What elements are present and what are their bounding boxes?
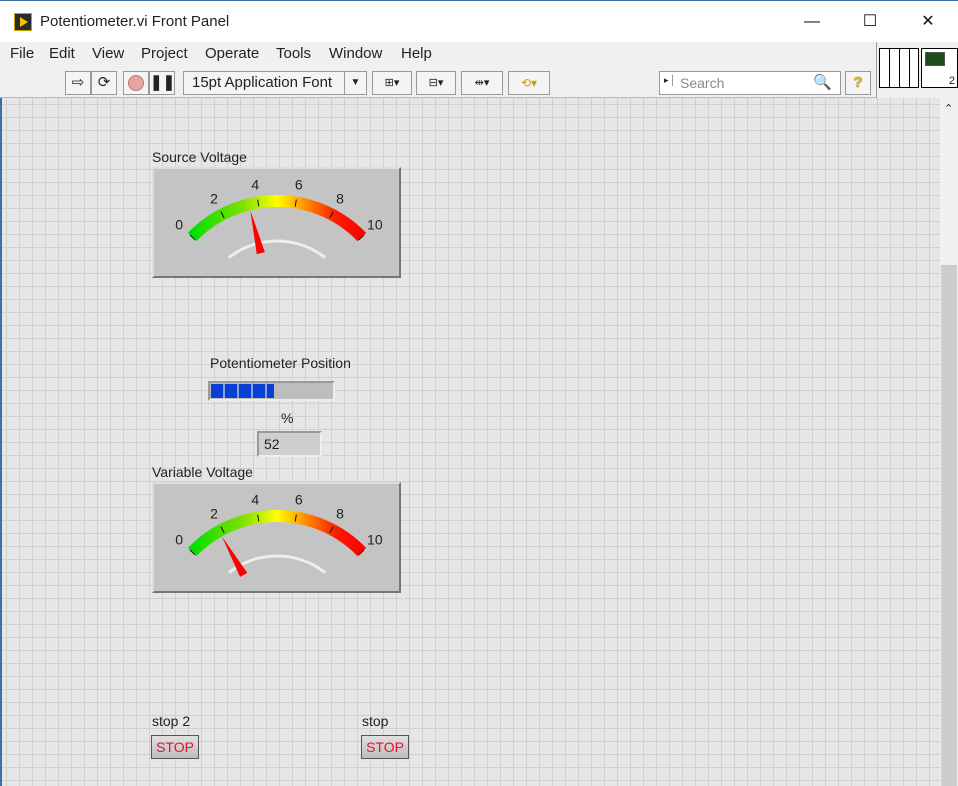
title-bar: Potentiometer.vi Front Panel — ☐ ✕ <box>0 0 958 42</box>
help-icon[interactable]: ? <box>845 71 871 95</box>
source-voltage-label: Source Voltage <box>152 149 247 165</box>
front-panel-canvas <box>0 98 940 786</box>
minimize-button[interactable]: — <box>792 9 832 35</box>
gauge-hub <box>228 239 326 259</box>
pause-icon[interactable]: ❚❚ <box>149 71 175 95</box>
menu-operate[interactable]: Operate <box>205 45 259 62</box>
resize-objects-icon[interactable]: ⇹▾ <box>461 71 503 95</box>
menu-file[interactable]: File <box>10 45 34 62</box>
gauge-tick-label: 2 <box>210 190 218 206</box>
search-icon[interactable]: 🔍 <box>813 73 832 91</box>
scrollbar-thumb[interactable] <box>941 265 957 786</box>
labview-vi-icon <box>14 13 32 31</box>
gauge-tick-label: 8 <box>336 505 344 521</box>
stop2-label: stop 2 <box>152 713 191 729</box>
gauge-tick-label: 0 <box>175 217 183 233</box>
menu-help[interactable]: Help <box>401 45 432 62</box>
distribute-objects-icon[interactable]: ⊟▾ <box>416 71 456 95</box>
stop2-button[interactable]: STOP <box>151 735 199 759</box>
menu-view[interactable]: View <box>92 45 124 62</box>
icon-pane: 2 <box>876 42 958 98</box>
window-title: Potentiometer.vi Front Panel <box>40 13 230 30</box>
potentiometer-position-label: Potentiometer Position <box>210 355 351 371</box>
gauge-tick-label: 6 <box>295 177 303 193</box>
stop-label: stop <box>362 713 389 729</box>
gauge-tick-label: 10 <box>367 532 383 548</box>
menu-tools[interactable]: Tools <box>276 45 311 62</box>
gauge-tick-label: 4 <box>251 492 259 508</box>
source_gauge-gauge-svg: 0 2 4 6 8 10 <box>175 177 383 259</box>
menu-project[interactable]: Project <box>141 45 188 62</box>
toolbar: ⇨ ⟳ ❚❚ 15pt Application Font ▼ ⊞▾ ⊟▾ ⇹▾ ⟲… <box>0 66 876 98</box>
waveform-icon <box>925 52 945 66</box>
gauge-tick-label: 8 <box>336 190 344 206</box>
variable-voltage-gauge: 0 2 4 6 8 10 <box>152 482 401 593</box>
vi-icon-number: 2 <box>948 75 955 87</box>
menu-window[interactable]: Window <box>329 45 382 62</box>
stop-button[interactable]: STOP <box>361 735 409 759</box>
gauge-tick-label: 2 <box>210 505 218 521</box>
search-placeholder: Search <box>680 75 725 91</box>
search-options-icon[interactable]: ▸ <box>664 75 673 86</box>
menu-bar: File Edit View Project Operate Tools Win… <box>0 42 876 66</box>
chevron-down-icon: ▼ <box>344 72 366 94</box>
percent-indicator: 52 <box>257 431 322 457</box>
close-button[interactable]: ✕ <box>908 9 948 35</box>
variable-voltage-label: Variable Voltage <box>152 464 253 480</box>
progress-fill <box>211 384 274 398</box>
menu-edit[interactable]: Edit <box>49 45 75 62</box>
source-voltage-gauge: 0 2 4 6 8 10 <box>152 167 401 278</box>
gauge-needle <box>250 210 265 255</box>
vi-icon[interactable]: 2 <box>921 48 958 88</box>
gauge-tick-label: 0 <box>175 532 183 548</box>
gauge-tick-label: 10 <box>367 217 383 233</box>
reorder-icon[interactable]: ⟲▾ <box>508 71 550 95</box>
connector-pane-icon[interactable] <box>879 48 919 88</box>
gauge-needle <box>221 536 248 577</box>
abort-icon[interactable] <box>123 71 149 95</box>
maximize-button[interactable]: ☐ <box>850 9 890 35</box>
percent-unit-label: % <box>281 410 294 426</box>
font-dropdown-value: 15pt Application Font <box>192 74 333 91</box>
align-objects-icon[interactable]: ⊞▾ <box>372 71 412 95</box>
scroll-up-icon[interactable]: ⌃ <box>944 102 953 115</box>
run-continuously-icon[interactable]: ⟳ <box>91 71 117 95</box>
gauge-tick-label: 6 <box>295 492 303 508</box>
vertical-scrollbar[interactable]: ⌃ <box>940 98 958 786</box>
variable_gauge-gauge-svg: 0 2 4 6 8 10 <box>175 492 383 577</box>
search-input[interactable]: ▸ Search 🔍 <box>659 71 841 95</box>
gauge-tick-label: 4 <box>251 177 259 193</box>
potentiometer-position-bar <box>208 381 335 401</box>
font-dropdown[interactable]: 15pt Application Font ▼ <box>183 71 367 95</box>
run-arrow-icon[interactable]: ⇨ <box>65 71 91 95</box>
